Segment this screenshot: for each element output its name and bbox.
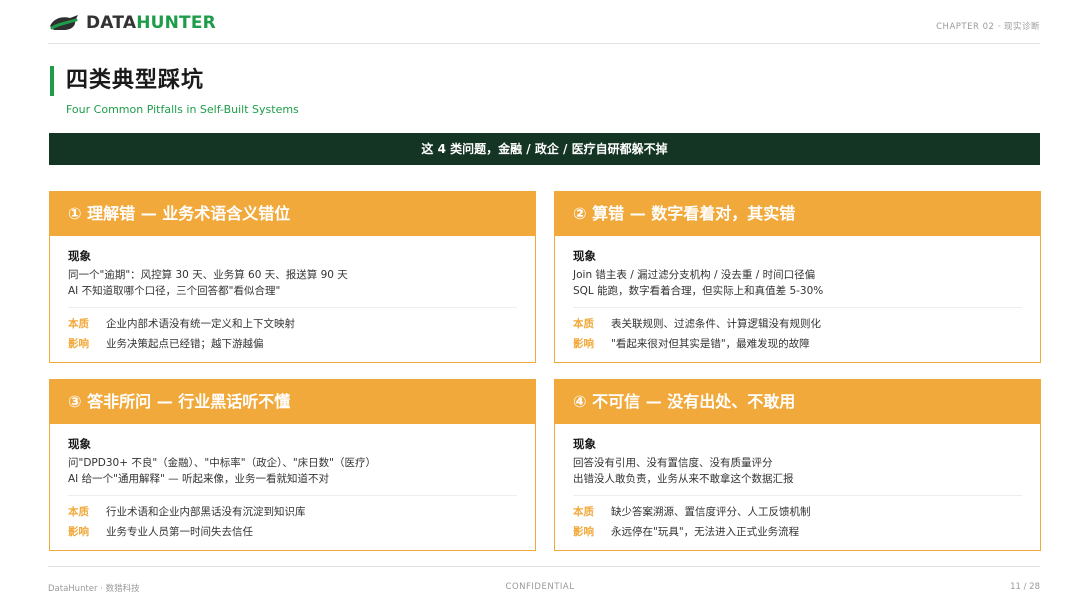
card-title: ① 理解错 — 业务术语含义错位 bbox=[50, 192, 535, 236]
essence-label: 本质 bbox=[573, 318, 594, 330]
card-body: 现象 回答没有引用、没有置信度、没有质量评分 出错没人敢负责，业务从来不敢拿这个… bbox=[555, 424, 1040, 542]
page-title: 四类典型踩坑 bbox=[66, 68, 205, 93]
impact-row: 影响 "看起来很对但其实是错"，最难发现的故障 bbox=[573, 334, 1022, 354]
essence-text: 表关联规则、过滤条件、计算逻辑没有规则化 bbox=[611, 318, 821, 330]
essence-row: 本质 行业术语和企业内部黑话没有沉淀到知识库 bbox=[68, 502, 517, 522]
essence-label: 本质 bbox=[68, 506, 89, 518]
title-block: 四类典型踩坑 bbox=[50, 66, 204, 96]
impact-text: "看起来很对但其实是错"，最难发现的故障 bbox=[611, 338, 810, 350]
card-title: ③ 答非所问 — 行业黑话听不懂 bbox=[50, 380, 535, 424]
pitfall-card-understanding: ① 理解错 — 业务术语含义错位 现象 同一个"逾期"：风控算 30 天、业务算… bbox=[49, 191, 536, 363]
impact-text: 业务决策起点已经错；越下游越偏 bbox=[106, 338, 264, 350]
phenomenon-line: 回答没有引用、没有置信度、没有质量评分 bbox=[573, 457, 773, 469]
divider bbox=[573, 307, 1022, 308]
chapter-label: CHAPTER 02 · 现实诊断 bbox=[936, 22, 1040, 32]
phenomenon-line: SQL 能跑，数字看着合理，但实际上和真值差 5-30% bbox=[573, 285, 824, 297]
essence-row: 本质 表关联规则、过滤条件、计算逻辑没有规则化 bbox=[573, 314, 1022, 334]
phenomenon-line: AI 不知道取哪个口径，三个回答都"看似合理" bbox=[68, 285, 281, 297]
card-body: 现象 问"DPD30+ 不良"（金融）、"中标率"（政企）、"床日数"（医疗） … bbox=[50, 424, 535, 542]
essence-text: 企业内部术语没有统一定义和上下文映射 bbox=[106, 318, 295, 330]
divider bbox=[68, 495, 517, 496]
pitfall-card-trust: ④ 不可信 — 没有出处、不敢用 现象 回答没有引用、没有置信度、没有质量评分 … bbox=[554, 379, 1041, 551]
page-number: 11 / 28 bbox=[1010, 582, 1040, 592]
card-title: ② 算错 — 数字看着对，其实错 bbox=[555, 192, 1040, 236]
pitfall-card-calculation: ② 算错 — 数字看着对，其实错 现象 Join 错主表 / 漏过滤分支机构 /… bbox=[554, 191, 1041, 363]
impact-label: 影响 bbox=[573, 338, 594, 350]
impact-row: 影响 业务决策起点已经错；越下游越偏 bbox=[68, 334, 517, 354]
essence-label: 本质 bbox=[68, 318, 89, 330]
impact-label: 影响 bbox=[573, 526, 594, 538]
impact-row: 影响 业务专业人员第一时间失去信任 bbox=[68, 522, 517, 542]
impact-row: 影响 永远停在"玩具"，无法进入正式业务流程 bbox=[573, 522, 1022, 542]
impact-label: 影响 bbox=[68, 338, 89, 350]
card-body: 现象 同一个"逾期"：风控算 30 天、业务算 60 天、报送算 90 天 AI… bbox=[50, 236, 535, 354]
divider bbox=[573, 495, 1022, 496]
phenomenon-line: 问"DPD30+ 不良"（金融）、"中标率"（政企）、"床日数"（医疗） bbox=[68, 457, 376, 469]
impact-text: 永远停在"玩具"，无法进入正式业务流程 bbox=[611, 526, 800, 538]
phenomenon-line: Join 错主表 / 漏过滤分支机构 / 没去重 / 时间口径偏 bbox=[573, 269, 816, 281]
summary-banner: 这 4 类问题，金融 / 政企 / 医疗自研都躲不掉 bbox=[49, 133, 1040, 165]
phenomenon-label: 现象 bbox=[573, 437, 596, 451]
impact-text: 业务专业人员第一时间失去信任 bbox=[106, 526, 253, 538]
card-body: 现象 Join 错主表 / 漏过滤分支机构 / 没去重 / 时间口径偏 SQL … bbox=[555, 236, 1040, 354]
phenomenon-line: 出错没人敢负责，业务从来不敢拿这个数据汇报 bbox=[573, 473, 794, 485]
page-subtitle: Four Common Pitfalls in Self-Built Syste… bbox=[66, 103, 299, 116]
essence-row: 本质 企业内部术语没有统一定义和上下文映射 bbox=[68, 314, 517, 334]
essence-label: 本质 bbox=[573, 506, 594, 518]
impact-label: 影响 bbox=[68, 526, 89, 538]
footer-confidential: CONFIDENTIAL bbox=[505, 582, 575, 592]
essence-row: 本质 缺少答案溯源、置信度评分、人工反馈机制 bbox=[573, 502, 1022, 522]
top-bar: DATAHUNTER CHAPTER 02 · 现实诊断 bbox=[48, 10, 1040, 44]
logo[interactable]: DATAHUNTER bbox=[48, 12, 216, 34]
logo-text: DATAHUNTER bbox=[86, 13, 216, 33]
divider bbox=[68, 307, 517, 308]
pitfall-card-jargon: ③ 答非所问 — 行业黑话听不懂 现象 问"DPD30+ 不良"（金融）、"中标… bbox=[49, 379, 536, 551]
essence-text: 缺少答案溯源、置信度评分、人工反馈机制 bbox=[611, 506, 811, 518]
card-title: ④ 不可信 — 没有出处、不敢用 bbox=[555, 380, 1040, 424]
datahunter-logo-icon bbox=[50, 15, 78, 30]
footer-divider bbox=[48, 566, 1040, 567]
phenomenon-label: 现象 bbox=[68, 437, 91, 451]
phenomenon-line: 同一个"逾期"：风控算 30 天、业务算 60 天、报送算 90 天 bbox=[68, 269, 348, 281]
phenomenon-line: AI 给一个"通用解释" — 听起来像，业务一看就知道不对 bbox=[68, 473, 329, 485]
phenomenon-label: 现象 bbox=[68, 249, 91, 263]
essence-text: 行业术语和企业内部黑话没有沉淀到知识库 bbox=[106, 506, 306, 518]
phenomenon-label: 现象 bbox=[573, 249, 596, 263]
